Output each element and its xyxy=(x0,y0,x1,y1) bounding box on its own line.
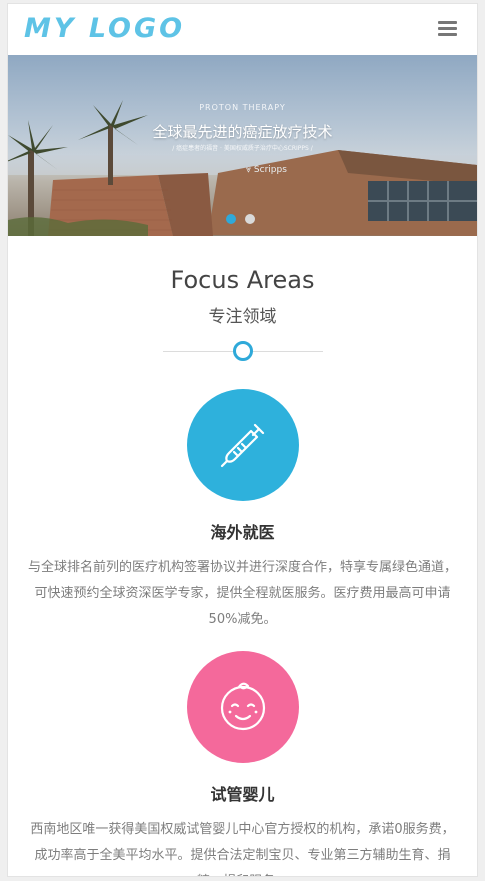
site-logo[interactable]: MY LOGO xyxy=(24,13,185,44)
section-subtitle: 专注领域 xyxy=(208,307,277,327)
focus-item-desc: 与全球排名前列的医疗机构签署协议并进行深度合作，特享专属绿色通道，可快速预约全球… xyxy=(27,560,457,627)
svg-text:⩔ Scripps: ⩔ Scripps xyxy=(246,165,287,175)
thermometer-icon[interactable] xyxy=(186,389,299,501)
site-header: MY LOGO xyxy=(8,4,477,55)
section-divider xyxy=(162,341,323,361)
hamburger-menu-icon[interactable] xyxy=(438,21,457,37)
focus-item-desc: 西南地区唯一获得美国权威试管婴儿中心官方授权的机构，承诺0服务费，成功率高于全美… xyxy=(30,822,455,876)
baby-face-icon[interactable] xyxy=(186,651,299,763)
carousel-dots xyxy=(226,209,264,228)
banner-tagline: / 癌症患者的福音 · 美国权威质子治疗中心SCRIPPS / xyxy=(172,145,313,152)
banner-headline: 全球最先进的癌症放疗技术 xyxy=(152,123,333,141)
section-title: Focus Areas xyxy=(170,266,315,294)
carousel-dot-2[interactable] xyxy=(245,214,255,224)
focus-item-ivf: 试管婴儿 西南地区唯一获得美国权威试管婴儿中心官方授权的机构，承诺0服务费，成功… xyxy=(8,651,477,876)
page-frame: MY LOGO ⩔ Scripps PROTON THERAPY 全球最先进的癌… xyxy=(8,4,477,876)
focus-item-title: 海外就医 xyxy=(210,523,275,542)
banner-subtitle: PROTON THERAPY xyxy=(199,103,286,112)
focus-item-title: 试管婴儿 xyxy=(210,785,275,804)
focus-item-overseas-treatment: 海外就医 与全球排名前列的医疗机构签署协议并进行深度合作，特享专属绿色通道，可快… xyxy=(8,389,477,633)
divider-ring-icon xyxy=(232,341,253,361)
hero-banner[interactable]: ⩔ Scripps PROTON THERAPY 全球最先进的癌症放疗技术 / … xyxy=(8,55,477,236)
carousel-dot-1[interactable] xyxy=(226,214,236,224)
